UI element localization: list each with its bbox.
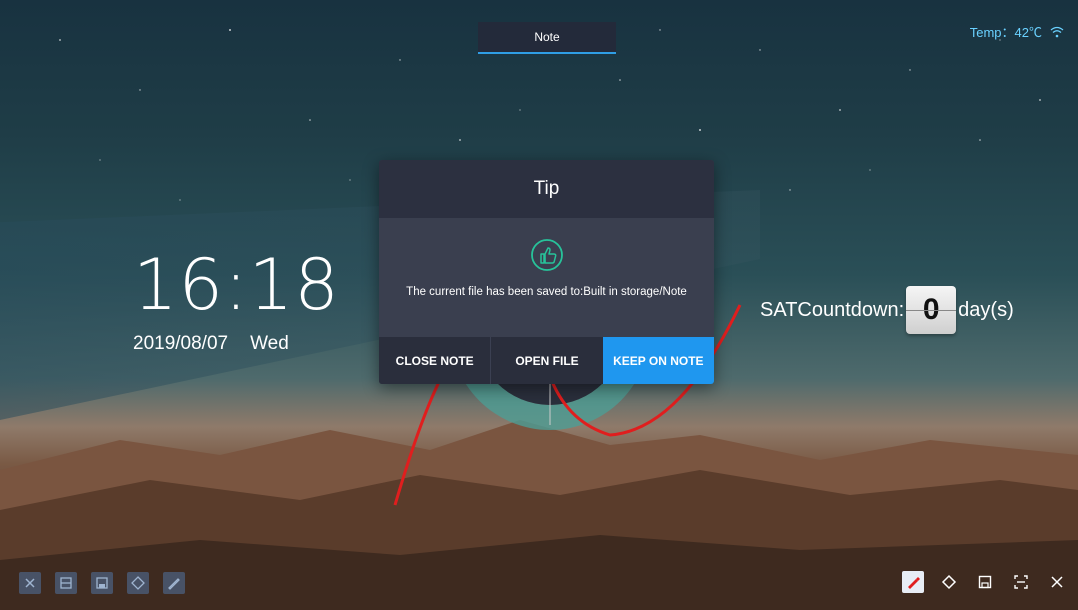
eraser-icon[interactable] — [127, 572, 149, 594]
save-icon[interactable] — [974, 571, 996, 593]
dialog-title: Tip — [379, 160, 714, 218]
bottom-left-toolbar — [19, 572, 185, 594]
thumbs-up-icon — [530, 239, 563, 271]
open-file-button[interactable]: OPEN FILE — [491, 337, 603, 384]
dialog-buttons: CLOSE NOTE OPEN FILE KEEP ON NOTE — [379, 337, 714, 384]
dialog-message: The current file has been saved to:Built… — [406, 286, 687, 298]
screenshot-icon[interactable] — [1010, 571, 1032, 593]
close-note-button[interactable]: CLOSE NOTE — [379, 337, 492, 384]
keep-on-note-button[interactable]: KEEP ON NOTE — [602, 337, 714, 384]
eraser-icon[interactable] — [938, 571, 960, 593]
dialog-body: The current file has been saved to:Built… — [379, 218, 714, 324]
save-icon[interactable] — [91, 572, 113, 594]
bottom-right-toolbar — [902, 571, 1068, 593]
close-icon[interactable] — [19, 572, 41, 594]
pen-icon[interactable] — [163, 572, 185, 594]
minimize-icon[interactable] — [55, 572, 77, 594]
close-icon[interactable] — [1046, 571, 1068, 593]
pen-icon[interactable] — [902, 571, 924, 593]
tip-dialog: Tip The current file has been saved to:B… — [379, 160, 714, 384]
